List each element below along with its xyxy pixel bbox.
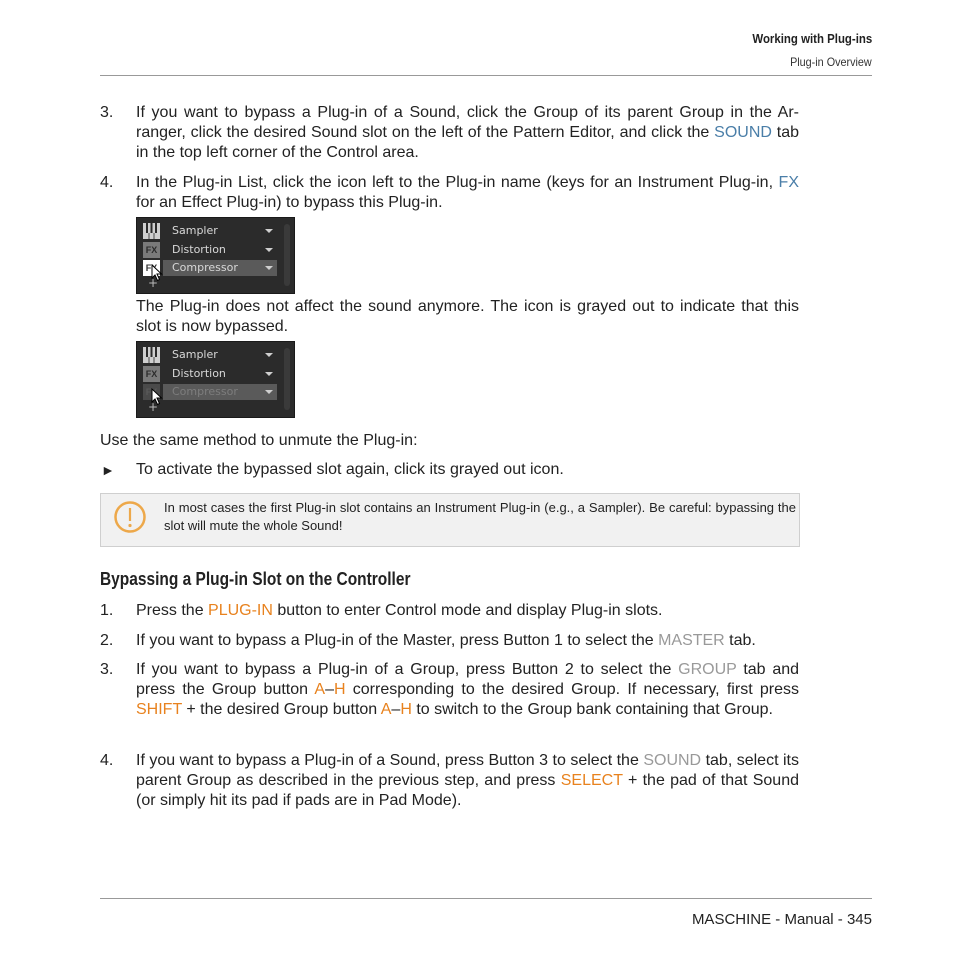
page-footer: MASCHINE - Manual - 345 xyxy=(691,911,872,928)
dropdown-arrow-icon[interactable] xyxy=(265,266,273,270)
text-run: button to enter Control mode and display… xyxy=(272,602,663,619)
plugin-slot[interactable]: Sampler xyxy=(137,222,277,240)
footer-divider xyxy=(100,898,872,899)
text-run: + the desired Group button xyxy=(181,701,381,718)
step-text: If you want to bypass a Plug-in of a Sou… xyxy=(136,103,799,163)
ui-term: A xyxy=(314,681,326,698)
step-number: 4. xyxy=(100,752,114,769)
text-run: tab. xyxy=(724,632,756,649)
fx-icon[interactable]: FX xyxy=(143,366,160,382)
unmute-intro: Use the same method to unmute the Plug-i… xyxy=(100,432,418,449)
step-text: If you want to bypass a Plug-in of a Sou… xyxy=(136,751,799,811)
header-divider xyxy=(100,75,872,76)
mouse-cursor-icon xyxy=(151,264,163,282)
scrollbar[interactable] xyxy=(284,224,290,286)
step-text: Press the PLUG-IN button to enter Contro… xyxy=(136,601,799,621)
plugin-name[interactable]: Distortion xyxy=(172,367,226,381)
text-run: for an Effect Plug-in) to bypass this Pl… xyxy=(136,194,443,211)
step-text: If you want to bypass a Plug-in of a Gro… xyxy=(136,660,799,720)
text-run: corresponding to the desired Group. If n… xyxy=(345,681,800,698)
text-run: If you want to bypass a Plug-in of a Sou… xyxy=(136,104,799,141)
bypass-explanation: The Plug-in does not affect the sound an… xyxy=(136,298,799,335)
dropdown-arrow-icon[interactable] xyxy=(265,229,273,233)
text-run: If you want to bypass a Plug-in of a Sou… xyxy=(136,752,644,769)
ui-term: SOUND xyxy=(643,752,702,769)
bullet-arrow-icon: ► xyxy=(101,462,115,478)
chapter-title: Working with Plug-ins xyxy=(752,31,872,46)
dropdown-arrow-icon[interactable] xyxy=(265,390,273,394)
step-number: 1. xyxy=(100,602,114,619)
text-run: to switch to the Group bank containing t… xyxy=(411,701,773,718)
ui-term: A xyxy=(380,701,392,718)
note-text: In most cases the first Plug-in slot con… xyxy=(164,500,796,533)
ui-term: SOUND xyxy=(714,124,772,141)
step-number: 3. xyxy=(100,661,114,678)
plugin-slot[interactable]: FX Distortion xyxy=(137,365,277,383)
warning-icon xyxy=(114,501,146,533)
keys-icon[interactable] xyxy=(143,347,160,363)
text-run: – xyxy=(325,681,334,698)
text-run: If you want to bypass a Plug-in of a Gro… xyxy=(136,661,679,678)
keys-icon[interactable] xyxy=(143,223,160,239)
fx-icon[interactable]: FX xyxy=(143,242,160,258)
step-number: 2. xyxy=(100,632,114,649)
ui-term: SELECT xyxy=(560,772,623,789)
plugin-slot[interactable]: Sampler xyxy=(137,346,277,364)
plugin-name[interactable]: Compressor xyxy=(172,385,238,399)
plugin-list-screenshot-active: Sampler FX Distortion FX Compressor + xyxy=(136,217,295,294)
warning-note: In most cases the first Plug-in slot con… xyxy=(100,493,800,547)
dropdown-arrow-icon[interactable] xyxy=(265,372,273,376)
unmute-instruction: To activate the bypassed slot again, cli… xyxy=(136,461,564,478)
mouse-cursor-icon xyxy=(151,388,163,406)
text-run: If you want to bypass a Plug-in of the M… xyxy=(136,632,659,649)
section-title: Plug-in Overview xyxy=(790,55,872,69)
section-heading: Bypassing a Plug-in Slot on the Controll… xyxy=(100,569,411,589)
text-run: – xyxy=(391,701,401,718)
step-number: 3. xyxy=(100,104,114,121)
ui-term: H xyxy=(400,701,412,718)
ui-term: H xyxy=(333,681,346,698)
scrollbar[interactable] xyxy=(284,348,290,410)
text-run: In the Plug-in List, click the icon left… xyxy=(136,174,779,191)
ui-term: MASTER xyxy=(658,632,725,649)
text-run: Press the xyxy=(136,602,209,619)
plugin-slot[interactable]: FX Distortion xyxy=(137,241,277,259)
ui-term: PLUG-IN xyxy=(208,602,273,619)
step-text: If you want to bypass a Plug-in of the M… xyxy=(136,631,799,651)
step-text: In the Plug-in List, click the icon left… xyxy=(136,173,799,213)
plugin-name[interactable]: Sampler xyxy=(172,348,218,362)
plugin-name[interactable]: Sampler xyxy=(172,224,218,238)
plugin-name[interactable]: Compressor xyxy=(172,261,238,275)
ui-term: SHIFT xyxy=(136,701,182,718)
plugin-list-screenshot-bypassed: Sampler FX Distortion FX Compressor + xyxy=(136,341,295,418)
dropdown-arrow-icon[interactable] xyxy=(265,353,273,357)
ui-term: GROUP xyxy=(678,661,737,678)
ui-term: FX xyxy=(778,174,799,191)
plugin-name[interactable]: Distortion xyxy=(172,243,226,257)
step-number: 4. xyxy=(100,174,114,191)
dropdown-arrow-icon[interactable] xyxy=(265,248,273,252)
